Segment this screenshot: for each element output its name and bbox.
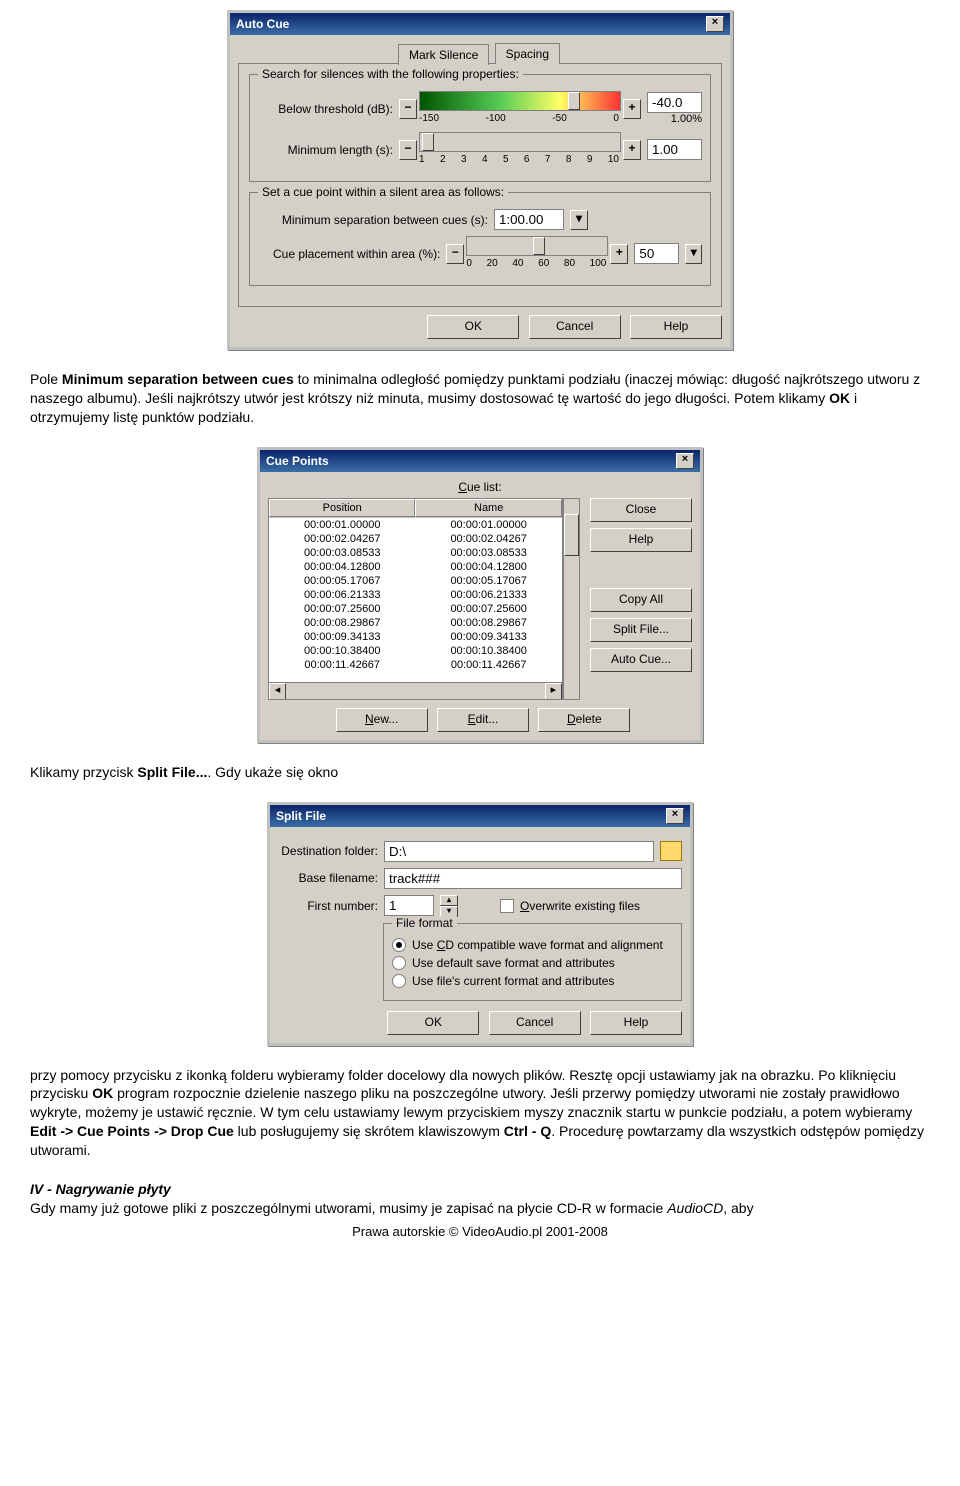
help-button[interactable]: Help — [590, 1011, 682, 1035]
edit-button[interactable]: Edit... — [437, 708, 529, 732]
table-row[interactable]: 00:00:08.2986700:00:08.29867 — [269, 616, 562, 630]
below-threshold-label: Below threshold (dB): — [258, 102, 393, 116]
slider-minus-button[interactable]: − — [446, 244, 464, 264]
slider-minus-button[interactable]: − — [399, 140, 417, 160]
copy-all-button[interactable]: Copy All — [590, 588, 692, 612]
table-row[interactable]: 00:00:05.1706700:00:05.17067 — [269, 574, 562, 588]
dialog-title: Auto Cue — [236, 17, 289, 31]
horizontal-scrollbar[interactable]: ◂▸ — [269, 682, 562, 699]
group-title: Search for silences with the following p… — [258, 67, 523, 81]
dialog-title: Cue Points — [266, 454, 329, 468]
auto-cue-dialog: Auto Cue × Mark Silence Spacing Search f… — [227, 10, 733, 350]
close-icon[interactable]: × — [676, 453, 694, 469]
folder-icon[interactable] — [660, 841, 682, 861]
table-row[interactable]: 00:00:02.0426700:00:02.04267 — [269, 532, 562, 546]
cue-list-label: Cue list: — [458, 480, 501, 494]
close-icon[interactable]: × — [706, 16, 724, 32]
group-title: File format — [392, 916, 457, 930]
base-filename-label: Base filename: — [278, 871, 378, 885]
cue-place-input[interactable] — [634, 243, 679, 264]
dest-folder-input[interactable] — [384, 841, 654, 862]
paragraph-1: Pole Minimum separation between cues to … — [30, 370, 930, 427]
radio-current-format[interactable]: Use file's current format and attributes — [392, 974, 673, 988]
table-row[interactable]: 00:00:06.2133300:00:06.21333 — [269, 588, 562, 602]
first-number-input[interactable] — [384, 895, 434, 916]
slider-plus-button[interactable]: + — [610, 244, 628, 264]
paragraph-3: przy pomocy przycisku z ikonką folderu w… — [30, 1066, 930, 1160]
below-threshold-input[interactable] — [647, 92, 702, 113]
slider-minus-button[interactable]: − — [399, 99, 417, 119]
tab-mark-silence[interactable]: Mark Silence — [398, 44, 489, 65]
min-length-input[interactable] — [647, 139, 702, 160]
first-number-label: First number: — [278, 899, 378, 913]
overwrite-label: Overwrite existing files — [520, 899, 640, 913]
dest-folder-label: Destination folder: — [278, 844, 378, 858]
split-file-titlebar[interactable]: Split File × — [270, 805, 690, 827]
auto-cue-button[interactable]: Auto Cue... — [590, 648, 692, 672]
cancel-button[interactable]: Cancel — [529, 315, 621, 339]
col-name[interactable]: Name — [415, 499, 561, 517]
paragraph-4: IV - Nagrywanie płyty Gdy mamy już gotow… — [30, 1180, 930, 1218]
table-row[interactable]: 00:00:07.2560000:00:07.25600 — [269, 602, 562, 616]
spin-up-icon[interactable]: ▴ — [440, 895, 458, 906]
cancel-button[interactable]: Cancel — [489, 1011, 581, 1035]
below-threshold-pct: 1.00% — [671, 113, 702, 125]
overwrite-checkbox[interactable] — [500, 899, 514, 913]
footer-copyright: Prawa autorskie © VideoAudio.pl 2001-200… — [30, 1224, 930, 1239]
split-file-button[interactable]: Split File... — [590, 618, 692, 642]
cue-points-titlebar[interactable]: Cue Points × — [260, 450, 700, 472]
table-row[interactable]: 00:00:11.4266700:00:11.42667 — [269, 658, 562, 672]
cue-points-dialog: Cue Points × Cue list: Position Name 00:… — [257, 447, 703, 743]
ok-button[interactable]: OK — [427, 315, 519, 339]
dropdown-icon[interactable]: ▾ — [685, 244, 702, 264]
col-position[interactable]: Position — [269, 499, 415, 517]
min-sep-label: Minimum separation between cues (s): — [258, 213, 488, 227]
paragraph-2: Klikamy przycisk Split File.... Gdy ukaż… — [30, 763, 930, 782]
radio-default-format[interactable]: Use default save format and attributes — [392, 956, 673, 970]
dialog-title: Split File — [276, 809, 326, 823]
new-button[interactable]: New... — [336, 708, 428, 732]
split-file-dialog: Split File × Destination folder: Base fi… — [267, 802, 693, 1046]
vertical-scrollbar[interactable] — [563, 498, 580, 700]
table-row[interactable]: 00:00:03.0853300:00:03.08533 — [269, 546, 562, 560]
group-silence-props: Search for silences with the following p… — [249, 74, 711, 182]
cue-place-label: Cue placement within area (%): — [258, 247, 440, 261]
table-row[interactable]: 00:00:09.3413300:00:09.34133 — [269, 630, 562, 644]
delete-button[interactable]: Delete — [538, 708, 630, 732]
slider-plus-button[interactable]: + — [623, 99, 641, 119]
close-button[interactable]: Close — [590, 498, 692, 522]
group-title: Set a cue point within a silent area as … — [258, 185, 508, 199]
group-file-format: File format Use CD compatible wave forma… — [383, 923, 682, 1001]
min-length-label: Minimum length (s): — [258, 143, 393, 157]
auto-cue-titlebar[interactable]: Auto Cue × — [230, 13, 730, 35]
base-filename-input[interactable] — [384, 868, 682, 889]
table-row[interactable]: 00:00:10.3840000:00:10.38400 — [269, 644, 562, 658]
cue-list[interactable]: Position Name 00:00:01.0000000:00:01.000… — [268, 498, 563, 700]
help-button[interactable]: Help — [590, 528, 692, 552]
dropdown-icon[interactable]: ▾ — [570, 210, 588, 230]
min-sep-input[interactable] — [494, 209, 564, 230]
table-row[interactable]: 00:00:04.1280000:00:04.12800 — [269, 560, 562, 574]
close-icon[interactable]: × — [666, 808, 684, 824]
radio-cd-compatible[interactable]: Use CD compatible wave format and alignm… — [392, 938, 673, 952]
slider-plus-button[interactable]: + — [623, 140, 641, 160]
tab-spacing[interactable]: Spacing — [495, 43, 560, 64]
group-cue-point: Set a cue point within a silent area as … — [249, 192, 711, 286]
ok-button[interactable]: OK — [387, 1011, 479, 1035]
help-button[interactable]: Help — [630, 315, 722, 339]
table-row[interactable]: 00:00:01.0000000:00:01.00000 — [269, 518, 562, 532]
